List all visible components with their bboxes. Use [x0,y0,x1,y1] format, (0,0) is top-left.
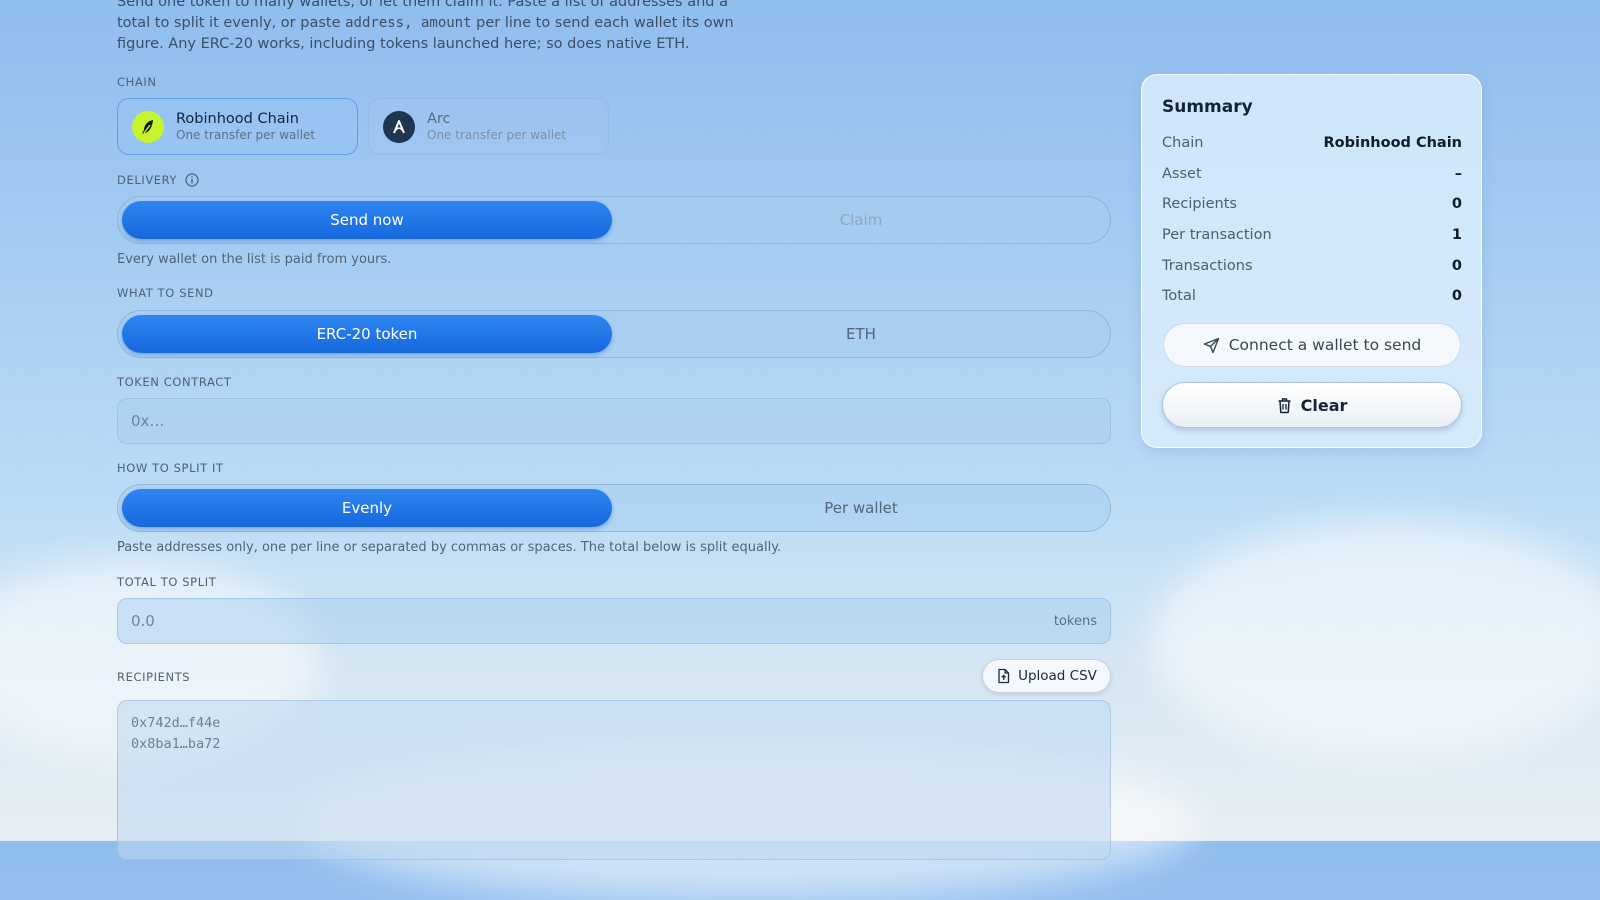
summary-row-total: Total 0 [1162,288,1462,304]
token-contract-label: TOKEN CONTRACT [117,375,232,389]
summary-row-label: Per transaction [1162,227,1272,243]
summary-row-asset: Asset – [1162,166,1462,182]
background-cloud [1150,520,1600,760]
summary-row-label: Transactions [1162,258,1253,274]
summary-row-label: Asset [1162,166,1202,182]
arc-logo-icon [383,110,415,143]
send-icon [1203,337,1220,354]
info-icon[interactable] [185,173,199,187]
delivery-toggle: Send now Claim [117,196,1111,244]
split-toggle: Evenly Per wallet [117,484,1111,532]
summary-row-value: – [1454,166,1462,182]
recipients-textarea[interactable]: 0x742d…f44e 0x8ba1…ba72 [117,700,1111,860]
eth-option[interactable]: ETH [616,315,1106,353]
token-contract-placeholder: 0x… [131,412,165,430]
summary-row-transactions: Transactions 0 [1162,258,1462,274]
summary-row-label: Chain [1162,135,1204,151]
connect-wallet-label: Connect a wallet to send [1228,336,1422,354]
chain-label: CHAIN [117,75,157,89]
chain-option-robinhood[interactable]: Robinhood Chain One transfer per wallet [117,98,358,155]
summary-row-value: Robinhood Chain [1323,135,1462,151]
clear-label: Clear [1300,395,1348,415]
clear-button[interactable]: Clear [1162,382,1462,428]
upload-csv-label: Upload CSV [1018,668,1097,684]
summary-row-recipients: Recipients 0 [1162,196,1462,212]
what-to-send-toggle: ERC-20 token ETH [117,310,1111,358]
split-label: HOW TO SPLIT IT [117,461,224,475]
chain-name: Arc [427,111,451,127]
token-contract-input[interactable]: 0x… [117,398,1111,444]
summary-row-label: Total [1162,288,1196,304]
recipients-label: RECIPIENTS [117,670,191,684]
delivery-claim-option[interactable]: Claim [616,201,1106,239]
summary-row-value: 0 [1451,288,1462,304]
intro-text: Send one token to many wallets, or let t… [117,0,734,52]
erc20-token-option[interactable]: ERC-20 token [122,315,612,353]
chain-subtitle: One transfer per wallet [427,128,567,142]
summary-row-value: 0 [1451,196,1462,212]
total-label: TOTAL TO SPLIT [117,575,217,589]
summary-row-value: 0 [1451,258,1462,274]
delivery-label-row: DELIVERY [117,173,199,187]
delivery-send-now-option[interactable]: Send now [122,201,612,239]
what-to-send-label: WHAT TO SEND [117,286,214,300]
summary-title: Summary [1162,97,1253,117]
upload-csv-button[interactable]: Upload CSV [982,659,1111,693]
split-hint: Paste addresses only, one per line or se… [117,540,782,555]
delivery-hint: Every wallet on the list is paid from yo… [117,252,392,267]
chain-name: Robinhood Chain [176,111,299,127]
summary-row-value: 1 [1451,227,1462,243]
connect-wallet-button[interactable]: Connect a wallet to send [1163,323,1461,367]
recipients-placeholder-line: 0x8ba1…ba72 [131,736,221,752]
summary-row-chain: Chain Robinhood Chain [1162,135,1462,151]
summary-row-per-transaction: Per transaction 1 [1162,227,1462,243]
chain-subtitle: One transfer per wallet [176,128,316,142]
chain-option-arc[interactable]: Arc One transfer per wallet [368,98,609,155]
total-input[interactable]: 0.0 tokens [117,598,1111,644]
trash-icon [1277,397,1292,414]
delivery-label: DELIVERY [117,173,178,187]
split-evenly-option[interactable]: Evenly [122,489,612,527]
feather-icon [132,110,164,143]
total-unit: tokens [1053,613,1097,629]
summary-row-label: Recipients [1162,196,1237,212]
file-upload-icon [996,668,1011,684]
split-per-wallet-option[interactable]: Per wallet [616,489,1106,527]
recipients-placeholder-line: 0x742d…f44e [131,715,221,731]
total-placeholder: 0.0 [131,612,155,630]
inline-code: address, amount [345,15,472,31]
summary-panel: Summary Chain Robinhood Chain Asset – Re… [1141,74,1482,448]
